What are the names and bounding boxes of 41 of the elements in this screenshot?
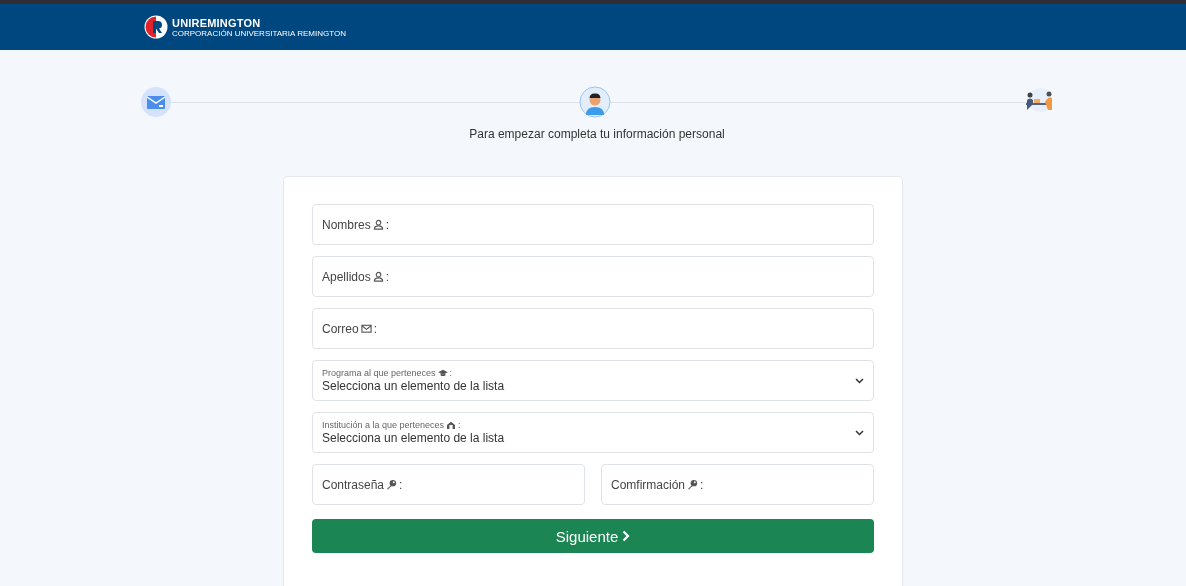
colon: : — [458, 420, 461, 430]
graduation-cap-icon — [437, 369, 448, 377]
field-label: Programa al que perteneces — [322, 368, 436, 378]
field-label: Comfirmación — [611, 477, 685, 492]
field-label: Nombres — [322, 217, 371, 232]
colon: : — [449, 368, 453, 378]
next-button[interactable]: Siguiente — [312, 519, 874, 553]
key-icon — [386, 479, 398, 490]
user-icon — [372, 219, 384, 230]
field-label: Correo — [322, 321, 359, 336]
select-field[interactable]: Programa al que perteneces : Selecciona un elemento de la lista — [312, 360, 874, 401]
instruction-text: Para empezar completa tu información personal — [468, 127, 726, 141]
envelope-icon — [360, 323, 372, 334]
select-value: Selecciona un elemento de la lista — [322, 431, 505, 445]
school-icon — [446, 421, 457, 429]
colon: : — [385, 269, 390, 284]
logo-name: UNIREMINGTON — [172, 16, 262, 29]
colon: : — [700, 477, 704, 492]
field-label: Contraseña — [322, 477, 385, 492]
select-value: Selecciona un elemento de la lista — [322, 379, 505, 393]
text-field[interactable]: Correo : — [312, 308, 874, 349]
key-icon — [687, 479, 698, 490]
text-field[interactable]: Apellidos : — [312, 256, 874, 297]
text-field[interactable]: Contraseña : — [312, 464, 585, 505]
select-field[interactable]: Institución a la que perteneces : Selecciona un elemento de la lista — [312, 412, 874, 453]
logo-subtitle: CORPORACIÓN UNIVERSITARIA REMINGTON — [172, 28, 346, 38]
envelope-icon — [141, 87, 171, 117]
logo-icon — [144, 15, 168, 39]
field-label: Apellidos — [322, 269, 371, 284]
text-field[interactable]: Comfirmación : — [601, 464, 874, 505]
colon: : — [373, 321, 378, 336]
user-icon — [372, 271, 384, 282]
colon: : — [385, 217, 390, 232]
person-icon — [579, 86, 611, 118]
meeting-drawing — [1026, 88, 1052, 112]
chevron-down-icon — [855, 429, 864, 436]
field-label: Institución a la que perteneces — [322, 420, 445, 430]
chevron-right-icon — [622, 530, 631, 542]
text-field[interactable]: Nombres : — [312, 204, 874, 245]
colon: : — [399, 477, 403, 492]
chevron-down-icon — [855, 377, 864, 384]
